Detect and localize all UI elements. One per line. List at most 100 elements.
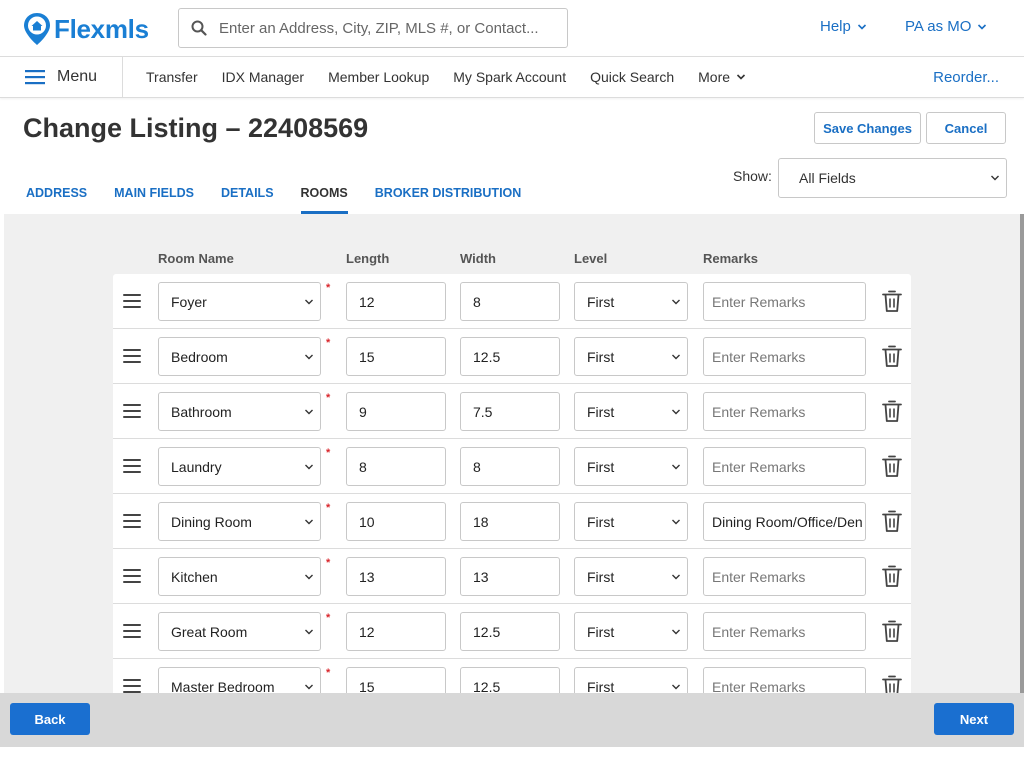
length-input[interactable]: 15 xyxy=(346,667,446,693)
width-input[interactable]: 18 xyxy=(460,502,560,541)
remarks-input[interactable]: Enter Remarks xyxy=(703,667,866,693)
tab-broker-distribution[interactable]: BROKER DISTRIBUTION xyxy=(375,186,522,214)
tab-main-fields[interactable]: MAIN FIELDS xyxy=(114,186,194,214)
drag-handle-icon[interactable] xyxy=(123,459,141,473)
trash-icon[interactable] xyxy=(881,619,903,643)
chevron-down-icon xyxy=(978,23,987,30)
header-remarks: Remarks xyxy=(703,251,758,266)
room-name-select[interactable]: Bedroom xyxy=(158,337,321,376)
width-input[interactable]: 8 xyxy=(460,447,560,486)
level-select[interactable]: First xyxy=(574,447,688,486)
level-select[interactable]: First xyxy=(574,502,688,541)
drag-handle-icon[interactable] xyxy=(123,569,141,583)
page-title: Change Listing – 22408569 xyxy=(23,113,369,143)
length-input[interactable]: 8 xyxy=(346,447,446,486)
nav-item-member-lookup[interactable]: Member Lookup xyxy=(328,69,429,85)
level-select[interactable]: First xyxy=(574,337,688,376)
required-marker: * xyxy=(326,282,331,294)
brand-name: Flexmls xyxy=(54,13,149,44)
content-scrollbar[interactable] xyxy=(1020,214,1024,693)
drag-handle-icon[interactable] xyxy=(123,679,141,693)
drag-handle-icon[interactable] xyxy=(123,349,141,363)
reorder-link[interactable]: Reorder... xyxy=(933,69,999,86)
width-input[interactable]: 12.5 xyxy=(460,612,560,651)
remarks-input[interactable]: Enter Remarks xyxy=(703,557,866,596)
room-name-select[interactable]: Bathroom xyxy=(158,392,321,431)
length-input[interactable]: 13 xyxy=(346,557,446,596)
room-name-select[interactable]: Foyer xyxy=(158,282,321,321)
room-name-select[interactable]: Great Room xyxy=(158,612,321,651)
drag-handle-icon[interactable] xyxy=(123,624,141,638)
trash-icon[interactable] xyxy=(881,399,903,423)
level-select[interactable]: First xyxy=(574,282,688,321)
nav-divider xyxy=(122,57,123,97)
room-name-value: Laundry xyxy=(171,458,222,475)
search-input[interactable] xyxy=(219,19,559,37)
nav-item-more[interactable]: More xyxy=(698,69,746,85)
level-select[interactable]: First xyxy=(574,667,688,693)
cancel-button[interactable]: Cancel xyxy=(926,112,1006,144)
width-input[interactable]: 12.5 xyxy=(460,337,560,376)
level-select[interactable]: First xyxy=(574,612,688,651)
drag-handle-icon[interactable] xyxy=(123,404,141,418)
chevron-down-icon xyxy=(305,519,313,524)
tab-details[interactable]: DETAILS xyxy=(221,186,274,214)
chevron-down-icon xyxy=(672,409,680,414)
trash-icon[interactable] xyxy=(881,344,903,368)
width-input[interactable]: 13 xyxy=(460,557,560,596)
room-name-select[interactable]: Laundry xyxy=(158,447,321,486)
width-input[interactable]: 8 xyxy=(460,282,560,321)
remarks-input[interactable]: Enter Remarks xyxy=(703,282,866,321)
next-button[interactable]: Next xyxy=(934,703,1014,735)
nav-item-transfer[interactable]: Transfer xyxy=(146,69,198,85)
search-box[interactable] xyxy=(178,8,568,48)
account-menu[interactable]: PA as MO xyxy=(905,18,987,35)
remarks-input[interactable]: Enter Remarks xyxy=(703,612,866,651)
length-input[interactable]: 10 xyxy=(346,502,446,541)
show-fields-select[interactable]: All Fields xyxy=(778,158,1007,198)
required-marker: * xyxy=(326,667,331,679)
nav-item-my-spark-account[interactable]: My Spark Account xyxy=(453,69,566,85)
nav-item-quick-search[interactable]: Quick Search xyxy=(590,69,674,85)
remarks-input[interactable]: Enter Remarks xyxy=(703,392,866,431)
remarks-input[interactable]: Dining Room/Office/Den xyxy=(703,502,866,541)
length-input[interactable]: 15 xyxy=(346,337,446,376)
tab-rooms[interactable]: ROOMS xyxy=(300,186,348,214)
room-name-select[interactable]: Master Bedroom xyxy=(158,667,321,693)
listing-tabs: ADDRESS MAIN FIELDS DETAILS ROOMS BROKER… xyxy=(26,186,521,214)
room-name-select[interactable]: Dining Room xyxy=(158,502,321,541)
level-select[interactable]: First xyxy=(574,392,688,431)
length-input[interactable]: 12 xyxy=(346,282,446,321)
width-input[interactable]: 12.5 xyxy=(460,667,560,693)
required-marker: * xyxy=(326,612,331,624)
level-select[interactable]: First xyxy=(574,557,688,596)
remarks-input[interactable]: Enter Remarks xyxy=(703,447,866,486)
room-name-select[interactable]: Kitchen xyxy=(158,557,321,596)
length-input[interactable]: 12 xyxy=(346,612,446,651)
menu-button[interactable]: Menu xyxy=(25,57,97,97)
back-button[interactable]: Back xyxy=(10,703,90,735)
trash-icon[interactable] xyxy=(881,454,903,478)
home-pin-icon xyxy=(24,13,50,45)
chevron-down-icon xyxy=(672,684,680,689)
save-changes-button[interactable]: Save Changes xyxy=(814,112,921,144)
nav-item-idx-manager[interactable]: IDX Manager xyxy=(222,69,304,85)
trash-icon[interactable] xyxy=(881,509,903,533)
help-menu[interactable]: Help xyxy=(820,18,867,35)
length-input[interactable]: 9 xyxy=(346,392,446,431)
trash-icon[interactable] xyxy=(881,289,903,313)
trash-icon[interactable] xyxy=(881,674,903,693)
room-name-value: Dining Room xyxy=(171,513,252,530)
trash-icon[interactable] xyxy=(881,564,903,588)
room-name-value: Bathroom xyxy=(171,403,232,420)
drag-handle-icon[interactable] xyxy=(123,294,141,308)
width-input[interactable]: 7.5 xyxy=(460,392,560,431)
tab-address[interactable]: ADDRESS xyxy=(26,186,87,214)
chevron-down-icon xyxy=(305,464,313,469)
remarks-input[interactable]: Enter Remarks xyxy=(703,337,866,376)
drag-handle-icon[interactable] xyxy=(123,514,141,528)
header-level: Level xyxy=(574,251,608,266)
rooms-panel: Room Name Length Width Level Remarks Foy… xyxy=(4,214,1020,693)
room-name-value: Foyer xyxy=(171,293,207,310)
flexmls-logo[interactable]: Flexmls xyxy=(23,12,149,46)
